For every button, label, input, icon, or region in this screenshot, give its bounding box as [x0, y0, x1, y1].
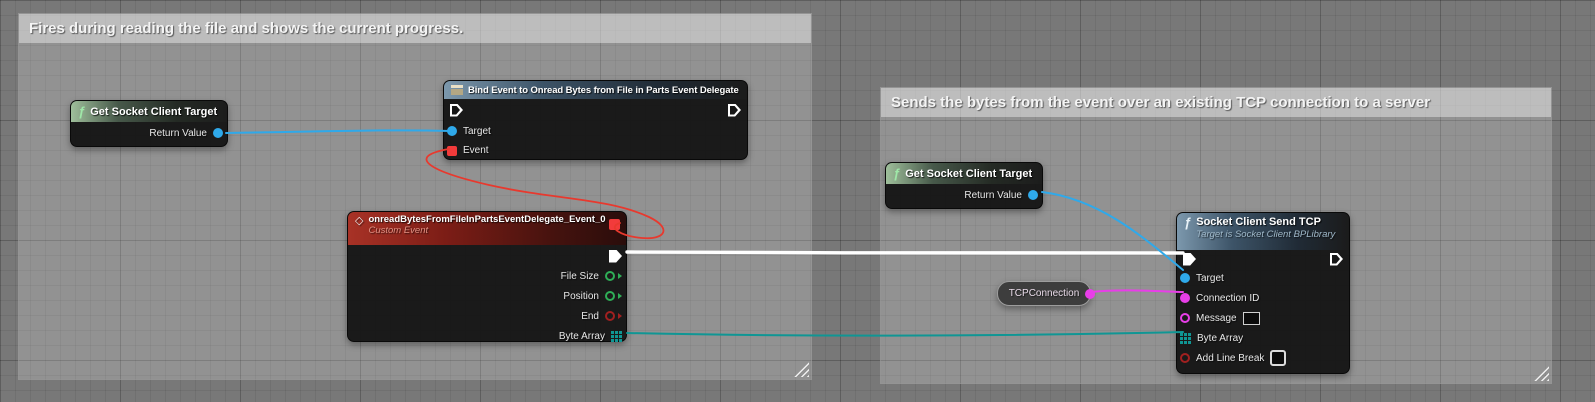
- pin-arrow-icon: [618, 293, 622, 299]
- node-socket-client-send-tcp[interactable]: ƒ Socket Client Send TCP Target is Socke…: [1176, 212, 1350, 374]
- comment-title: Fires during reading the file and shows …: [29, 20, 463, 37]
- pin-label: Position: [563, 291, 599, 302]
- exec-out-pin[interactable]: [1330, 253, 1343, 266]
- node-title: Get Socket Client Target: [90, 106, 217, 118]
- pin-label: Add Line Break: [1196, 353, 1264, 364]
- node-get-socket-client-target-left[interactable]: ƒ Get Socket Client Target Return Value: [70, 100, 228, 147]
- node-custom-event[interactable]: ◇ onreadBytesFromFileInPartsEventDelegat…: [347, 211, 627, 342]
- message-text-input[interactable]: [1243, 312, 1260, 325]
- add-line-break-pin[interactable]: [1180, 353, 1190, 363]
- target-pin[interactable]: [447, 126, 457, 136]
- connection-id-pin[interactable]: [1180, 293, 1190, 303]
- byte-array-pin[interactable]: [1180, 333, 1191, 344]
- node-title: Get Socket Client Target: [905, 168, 1032, 180]
- node-title: Socket Client Send TCP: [1196, 216, 1335, 229]
- function-icon: ƒ: [78, 105, 85, 118]
- comment-title: Sends the bytes from the event over an e…: [891, 94, 1430, 111]
- node-get-socket-client-target-right[interactable]: ƒ Get Socket Client Target Return Value: [885, 162, 1043, 209]
- target-pin[interactable]: [1180, 273, 1190, 283]
- pin-label: Return Value: [964, 190, 1022, 201]
- delegate-out-pin[interactable]: [609, 219, 620, 230]
- node-title: Bind Event to Onread Bytes from File in …: [468, 85, 739, 96]
- function-icon: ƒ: [893, 167, 900, 180]
- exec-in-pin[interactable]: [1183, 253, 1196, 266]
- bind-event-icon: [451, 85, 463, 95]
- pin-arrow-icon: [618, 313, 622, 319]
- resize-handle-icon[interactable]: [794, 362, 809, 377]
- blueprint-canvas[interactable]: Fires during reading the file and shows …: [0, 0, 1595, 402]
- exec-in-pin[interactable]: [450, 104, 463, 117]
- pin-label: Byte Array: [1197, 333, 1243, 344]
- end-pin[interactable]: [605, 311, 615, 321]
- position-pin[interactable]: [605, 291, 615, 301]
- pin-label: Connection ID: [1196, 293, 1259, 304]
- add-line-break-checkbox[interactable]: [1270, 350, 1286, 366]
- pin-label: Message: [1196, 313, 1237, 324]
- variable-label: TCPConnection: [1009, 288, 1080, 299]
- return-value-pin[interactable]: [1028, 190, 1038, 200]
- exec-out-pin[interactable]: [728, 104, 741, 117]
- pin-label: Target: [463, 126, 491, 137]
- byte-array-pin[interactable]: [611, 331, 622, 342]
- node-subtitle: Custom Event: [368, 226, 605, 237]
- comment-header[interactable]: Sends the bytes from the event over an e…: [881, 88, 1551, 117]
- file-size-pin[interactable]: [605, 271, 615, 281]
- pin-label: File Size: [561, 271, 599, 282]
- variable-out-pin[interactable]: [1085, 289, 1095, 299]
- pin-arrow-icon: [618, 273, 622, 279]
- event-delegate-pin[interactable]: [447, 146, 457, 156]
- return-value-pin[interactable]: [213, 128, 223, 138]
- comment-header[interactable]: Fires during reading the file and shows …: [19, 14, 811, 43]
- pin-label: Event: [463, 145, 489, 156]
- custom-event-icon: ◇: [355, 216, 363, 227]
- pin-label: End: [581, 311, 599, 322]
- node-subtitle: Target is Socket Client BPLibrary: [1196, 229, 1335, 240]
- pin-label: Return Value: [149, 128, 207, 139]
- exec-out-pin[interactable]: [609, 250, 622, 263]
- pin-label: Target: [1196, 273, 1224, 284]
- node-bind-event[interactable]: Bind Event to Onread Bytes from File in …: [443, 80, 748, 160]
- resize-handle-icon[interactable]: [1534, 366, 1549, 381]
- node-tcp-connection-variable[interactable]: TCPConnection: [997, 281, 1091, 306]
- message-pin[interactable]: [1180, 313, 1190, 323]
- function-icon: ƒ: [1184, 216, 1191, 229]
- pin-label: Byte Array: [559, 331, 605, 342]
